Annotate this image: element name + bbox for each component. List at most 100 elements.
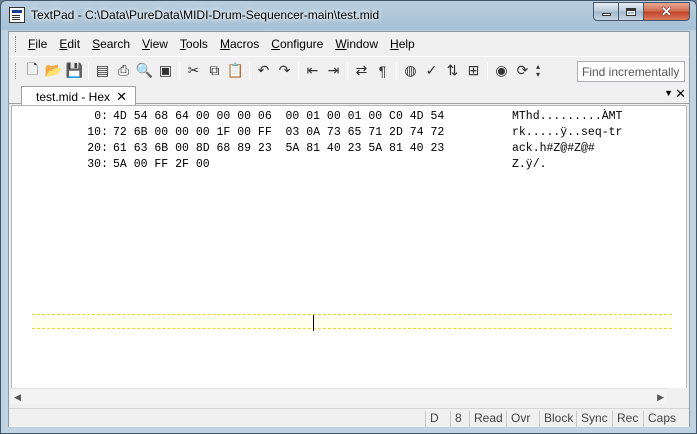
open-folder-icon[interactable]: 📂 — [43, 60, 64, 82]
status-caps: Caps — [643, 411, 680, 427]
hex-ascii: ack.h#Z@#Z@# — [512, 142, 595, 155]
client-area: File Edit Search View Tools Macros Configure Wi… — [8, 31, 690, 427]
hex-offset: 0: — [94, 110, 108, 123]
title-bar[interactable]: TextPad - C:\Data\PureData\MIDI-Drum-Seq… — [1, 1, 696, 29]
close-window-button[interactable]: ✕ — [644, 2, 690, 21]
status-rec: Rec — [612, 411, 642, 427]
status-ovr: Ovr — [506, 411, 534, 427]
maximize-icon — [626, 7, 636, 16]
toolbar-grip[interactable] — [15, 62, 18, 79]
unindent-icon[interactable]: ⇤ — [302, 60, 323, 82]
pilcrow-icon[interactable]: ¶ — [372, 60, 393, 82]
menu-macros[interactable]: Macros — [214, 34, 265, 54]
toolbar-separator — [347, 61, 348, 80]
menu-bar: File Edit Search View Tools Macros Configure Wi… — [9, 32, 689, 56]
close-document-icon[interactable]: ✕ — [675, 86, 686, 102]
hex-offset: 20: — [87, 142, 108, 155]
save-icon[interactable]: 💾 — [64, 60, 85, 82]
hex-ascii: Z.ÿ/. — [512, 158, 547, 171]
undo-icon[interactable]: ↶ — [253, 60, 274, 82]
tab-list-chevron-down-icon[interactable]: ▼ — [664, 88, 673, 98]
hex-row: 20: 61 63 6B 00 8D 68 89 23 5A 81 40 23 5… — [12, 142, 686, 158]
hex-bytes: 4D 54 68 64 00 00 00 06 00 01 00 01 00 C… — [113, 110, 445, 123]
hex-editor[interactable]: 0: 4D 54 68 64 00 00 00 06 00 01 00 01 00… — [11, 105, 687, 404]
status-sync: Sync — [576, 411, 612, 427]
menu-accelerator: H — [390, 37, 399, 51]
menu-search[interactable]: Search — [86, 34, 136, 54]
toolbar-separator — [298, 61, 299, 80]
menu-accelerator: W — [335, 37, 347, 51]
scrollbar-corner — [667, 388, 687, 404]
current-line-highlight — [32, 314, 672, 329]
sort-icon[interactable]: ⇅ — [442, 60, 463, 82]
menu-edit[interactable]: Edit — [53, 34, 86, 54]
menu-accelerator: V — [142, 37, 150, 51]
spell-check-icon[interactable]: ✓ — [421, 60, 442, 82]
document-tab-strip: test.mid - Hex ✕ ▼ ✕ — [9, 84, 689, 105]
maximize-button[interactable] — [619, 2, 644, 21]
status-block: Block — [539, 411, 577, 427]
close-icon: ✕ — [661, 3, 672, 19]
scroll-left-icon[interactable]: ◀ — [14, 392, 21, 403]
menu-tools[interactable]: Tools — [174, 34, 214, 54]
menu-label-rest: elp — [398, 37, 415, 51]
menu-label-rest: iew — [149, 37, 168, 51]
tab-test-mid-hex[interactable]: test.mid - Hex ✕ — [21, 86, 136, 105]
toolbar-separator — [396, 61, 397, 80]
toolbar-separator — [88, 61, 89, 80]
find-incrementally-input[interactable]: Find incrementally — [577, 61, 685, 82]
paste-icon[interactable]: 📋 — [225, 60, 246, 82]
app-window: TextPad - C:\Data\PureData\MIDI-Drum-Seq… — [0, 0, 697, 434]
hex-ascii: rk.....ÿ..seq-tr — [512, 126, 623, 139]
print-preview-icon[interactable]: 🔍 — [134, 60, 155, 82]
menu-label-rest: acros — [229, 37, 260, 51]
minimize-icon — [601, 13, 611, 16]
hex-ascii: MThd.........ÀMT — [512, 110, 623, 123]
hex-offset: 30: — [87, 158, 108, 171]
view-icon[interactable]: ◉ — [491, 60, 512, 82]
globe-icon[interactable]: ◍ — [400, 60, 421, 82]
window-title: TextPad - C:\Data\PureData\MIDI-Drum-Seq… — [31, 8, 380, 22]
new-file-icon[interactable]: 🗋 — [22, 60, 43, 82]
hex-offset: 10: — [87, 126, 108, 139]
status-bar: D 8 Read Ovr Block Sync Rec Caps — [9, 408, 689, 427]
status-read: Read — [469, 411, 507, 427]
print-icon[interactable]: ⎙ — [113, 60, 134, 82]
menu-configure[interactable]: Configure — [265, 34, 329, 54]
menu-label-rest: indow — [346, 37, 379, 51]
manage-files-icon[interactable]: ⊞ — [463, 60, 484, 82]
save-all-icon[interactable]: ▤ — [92, 60, 113, 82]
cut-icon[interactable]: ✂ — [183, 60, 204, 82]
textpad-app-icon[interactable] — [9, 7, 25, 23]
minimize-button[interactable] — [593, 2, 619, 21]
toolbar: 🗋 📂 💾 ▤ ⎙ 🔍 ▣ ✂ ⧉ 📋 ↶ ↷ ⇤ ⇥ ⇄ ¶ ◍ ✓ ⇅ ⊞ — [9, 56, 689, 84]
menu-accelerator: C — [271, 37, 280, 51]
indent-icon[interactable]: ⇥ — [323, 60, 344, 82]
hex-row: 10: 72 6B 00 00 00 1F 00 FF 03 0A 73 65 7… — [12, 126, 686, 142]
tab-close-icon[interactable]: ✕ — [110, 89, 127, 105]
menu-label-rest: onfigure — [279, 37, 324, 51]
word-wrap-icon[interactable]: ▣ — [155, 60, 176, 82]
replace-icon[interactable]: ⇄ — [351, 60, 372, 82]
redo-icon[interactable]: ↷ — [274, 60, 295, 82]
horizontal-scrollbar[interactable]: ◀ ▶ — [11, 388, 667, 404]
status-d: D — [425, 411, 443, 427]
menu-file[interactable]: File — [22, 34, 53, 54]
scroll-right-icon[interactable]: ▶ — [657, 392, 664, 403]
caption-buttons: ✕ — [593, 2, 690, 21]
copy-icon[interactable]: ⧉ — [204, 60, 225, 82]
menu-window[interactable]: Window — [329, 34, 384, 54]
hex-bytes: 5A 00 FF 2F 00 — [113, 158, 210, 171]
menubar-grip[interactable] — [15, 36, 18, 52]
menu-view[interactable]: View — [136, 34, 174, 54]
compare-icon[interactable]: ⟳ — [512, 60, 533, 82]
menu-accelerator: M — [219, 37, 230, 51]
menu-label-rest: dit — [67, 37, 81, 51]
toolbar-overflow-icon[interactable]: ▴ ▾ — [533, 60, 543, 82]
menu-help[interactable]: Help — [384, 34, 421, 54]
hex-bytes: 72 6B 00 00 00 1F 00 FF 03 0A 73 65 71 2… — [113, 126, 445, 139]
hex-bytes: 61 63 6B 00 8D 68 89 23 5A 81 40 23 5A 8… — [113, 142, 445, 155]
hex-row: 30: 5A 00 FF 2F 00 Z.ÿ/. — [12, 158, 686, 174]
status-8: 8 — [450, 411, 466, 427]
toolbar-separator — [179, 61, 180, 80]
